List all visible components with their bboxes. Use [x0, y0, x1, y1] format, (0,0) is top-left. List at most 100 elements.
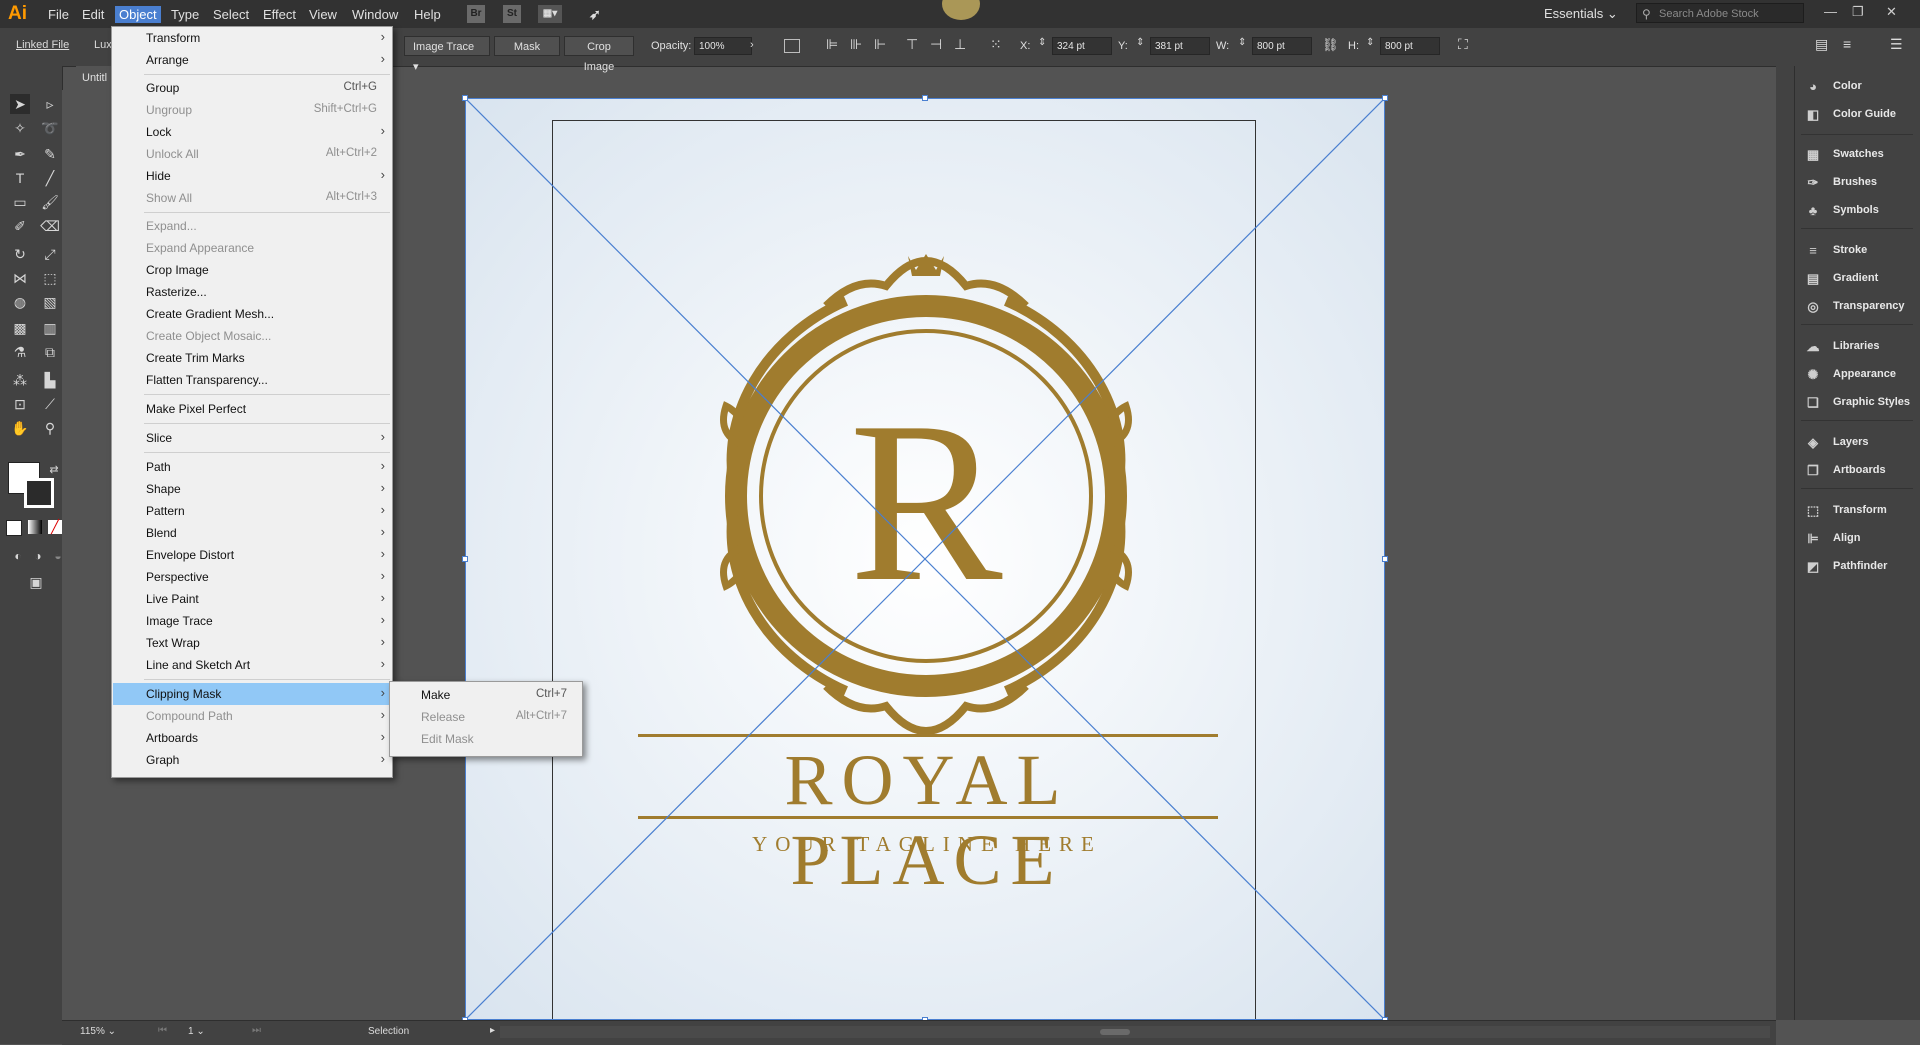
zoom-level-field[interactable]: 115% ⌄ — [80, 1026, 116, 1037]
rectangle-tool-icon[interactable]: ▭ — [10, 192, 30, 212]
panel-transparency[interactable]: ◎ Transparency — [1805, 296, 1919, 318]
x-field[interactable]: 324 pt — [1052, 37, 1112, 55]
symbol-sprayer-tool-icon[interactable]: ⁂ — [10, 370, 30, 390]
curvature-tool-icon[interactable]: ✎ — [40, 144, 60, 164]
handle-top-left[interactable] — [462, 95, 468, 101]
eyedropper-tool-icon[interactable]: ⚗ — [10, 342, 30, 362]
magic-wand-tool-icon[interactable]: ✧ — [10, 118, 30, 138]
panel-artboards[interactable]: ❐ Artboards — [1805, 460, 1919, 482]
panel-stroke[interactable]: ≡ Stroke — [1805, 240, 1919, 262]
menu-flatten-transparency[interactable]: Flatten Transparency... — [113, 369, 391, 391]
panel-color[interactable]: ◕ Color — [1805, 76, 1919, 98]
menu-edit-mask[interactable]: Edit Mask — [391, 728, 581, 750]
constrain-link-icon[interactable]: ⛓ — [1322, 37, 1339, 53]
align-right-icon[interactable]: ⊩ — [874, 36, 886, 53]
panel-pathfinder[interactable]: ◩ Pathfinder — [1805, 556, 1919, 578]
mask-button[interactable]: Mask — [494, 36, 560, 56]
selection-tool-icon[interactable]: ➤ — [10, 94, 30, 114]
menu-artboards[interactable]: Artboards › — [113, 727, 391, 749]
reference-point-icon[interactable]: ⁙ — [990, 36, 1002, 53]
control-bar-menu-icon[interactable]: ☰ — [1890, 36, 1903, 53]
first-artboard-icon[interactable]: ⏮ — [158, 1025, 167, 1036]
x-stepper-icon[interactable]: ⇕ — [1038, 37, 1046, 48]
menu-path[interactable]: Path › — [113, 456, 391, 478]
panel-libraries[interactable]: ☁ Libraries — [1805, 336, 1919, 358]
panel-menu-icon[interactable]: ≡ — [1843, 36, 1851, 52]
menu-unlock-all[interactable]: Unlock All Alt+Ctrl+2 — [113, 143, 391, 165]
menu-release-clipping-mask[interactable]: Release Alt+Ctrl+7 — [391, 706, 581, 728]
menu-slice[interactable]: Slice › — [113, 427, 391, 449]
line-tool-icon[interactable]: ╱ — [40, 168, 60, 188]
none-mode-icon[interactable]: ╱ — [48, 520, 62, 534]
handle-middle-right[interactable] — [1382, 556, 1388, 562]
scale-tool-icon[interactable]: ⤢ — [40, 244, 60, 264]
workspace-switcher[interactable]: Essentials ⌄ — [1544, 6, 1618, 22]
menu-select[interactable]: Select — [209, 6, 253, 23]
menu-object[interactable]: Object — [115, 6, 161, 23]
draw-behind-icon[interactable]: ◑ — [28, 546, 48, 566]
menu-make-pixel-perfect[interactable]: Make Pixel Perfect — [113, 398, 391, 420]
menu-pattern[interactable]: Pattern › — [113, 500, 391, 522]
selection-bounding-box[interactable] — [465, 98, 1385, 1020]
width-tool-icon[interactable]: ⋈ — [10, 268, 30, 288]
panel-align[interactable]: ⊫ Align — [1805, 528, 1919, 550]
menu-help[interactable]: Help — [410, 6, 445, 23]
menu-rasterize[interactable]: Rasterize... — [113, 281, 391, 303]
menu-hide[interactable]: Hide › — [113, 165, 391, 187]
align-left-icon[interactable]: ⊫ — [826, 36, 838, 53]
screen-mode-icon[interactable]: ▣ — [26, 572, 46, 592]
menu-live-paint[interactable]: Live Paint › — [113, 588, 391, 610]
y-stepper-icon[interactable]: ⇕ — [1136, 37, 1144, 48]
handle-top-right[interactable] — [1382, 95, 1388, 101]
draw-normal-icon[interactable]: ◐ — [8, 546, 28, 566]
paintbrush-tool-icon[interactable]: 🖌 — [40, 192, 60, 212]
zoom-tool-icon[interactable]: ⚲ — [40, 418, 60, 438]
menu-line-and-sketch-art[interactable]: Line and Sketch Art › — [113, 654, 391, 676]
menu-expand[interactable]: Expand... — [113, 215, 391, 237]
menu-crop-image[interactable]: Crop Image — [113, 259, 391, 281]
panel-swatches[interactable]: ▦ Swatches — [1805, 144, 1919, 166]
stock-search-input[interactable]: ⚲ Search Adobe Stock — [1636, 3, 1804, 23]
image-trace-button[interactable]: Image Trace ▾ — [404, 36, 490, 73]
y-field[interactable]: 381 pt — [1150, 37, 1210, 55]
status-menu-arrow-icon[interactable]: ▸ — [490, 1025, 495, 1036]
perspective-grid-tool-icon[interactable]: ▧ — [40, 292, 60, 312]
w-field[interactable]: 800 pt — [1252, 37, 1312, 55]
graph-tool-icon[interactable]: ▙ — [40, 370, 60, 390]
swap-fill-stroke-icon[interactable]: ⇄ — [44, 460, 64, 480]
menu-show-all[interactable]: Show All Alt+Ctrl+3 — [113, 187, 391, 209]
menu-perspective[interactable]: Perspective › — [113, 566, 391, 588]
menu-file[interactable]: File — [44, 6, 73, 23]
opacity-arrow-icon[interactable]: › — [750, 39, 754, 51]
lasso-tool-icon[interactable]: ➰ — [40, 118, 60, 138]
artboard-tool-icon[interactable]: ⊡ — [10, 394, 30, 414]
horizontal-scroll-thumb[interactable] — [1100, 1029, 1130, 1035]
menu-create-object-mosaic[interactable]: Create Object Mosaic... — [113, 325, 391, 347]
menu-compound-path[interactable]: Compound Path › — [113, 705, 391, 727]
opacity-field[interactable]: 100% — [694, 37, 752, 55]
panel-layout-icon[interactable]: ▤ — [1815, 36, 1828, 53]
transform-options-icon[interactable] — [784, 39, 800, 53]
menu-transform[interactable]: Transform › — [113, 27, 391, 49]
menu-graph[interactable]: Graph › — [113, 749, 391, 771]
isolate-object-icon[interactable]: ⛶ — [1458, 36, 1468, 53]
panel-color-guide[interactable]: ◧ Color Guide — [1805, 104, 1919, 126]
rotate-tool-icon[interactable]: ↻ — [10, 244, 30, 264]
shaper-tool-icon[interactable]: ✐ — [10, 216, 30, 236]
handle-top-center[interactable] — [922, 95, 928, 101]
menu-arrange[interactable]: Arrange › — [113, 49, 391, 71]
panel-brushes[interactable]: ✑ Brushes — [1805, 172, 1919, 194]
menu-expand-appearance[interactable]: Expand Appearance — [113, 237, 391, 259]
last-artboard-icon[interactable]: ⏭ — [252, 1025, 261, 1036]
slice-tool-icon[interactable]: ⟋ — [40, 394, 60, 414]
menu-group[interactable]: Group Ctrl+G — [113, 77, 391, 99]
handle-middle-left[interactable] — [462, 556, 468, 562]
menu-create-gradient-mesh[interactable]: Create Gradient Mesh... — [113, 303, 391, 325]
horizontal-scrollbar[interactable] — [500, 1026, 1770, 1038]
gradient-tool-icon[interactable]: ▥ — [40, 318, 60, 338]
crop-image-button[interactable]: Crop Image — [564, 36, 634, 73]
linked-file-link[interactable]: Linked File — [16, 39, 69, 51]
hand-tool-icon[interactable]: ✋ — [10, 418, 30, 438]
panel-appearance[interactable]: ✺ Appearance — [1805, 364, 1919, 386]
align-center-icon[interactable]: ⊪ — [850, 36, 862, 53]
